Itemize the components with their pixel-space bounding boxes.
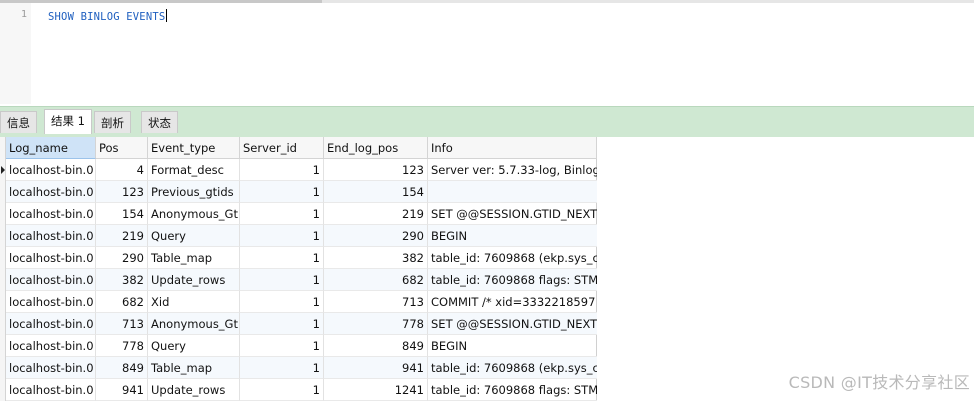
cell-end-log-pos[interactable]: 849	[324, 335, 428, 357]
cell-info[interactable]: table_id: 7609868 flags: STM	[428, 379, 597, 401]
cell-server-id[interactable]: 1	[240, 203, 324, 225]
cell-info[interactable]: table_id: 7609868 (ekp.sys_cl	[428, 357, 597, 379]
cell-event-type[interactable]: Query	[148, 335, 240, 357]
cell-event-type[interactable]: Anonymous_Gti	[148, 313, 240, 335]
column-header-server-id[interactable]: Server_id	[240, 137, 324, 159]
cell-server-id[interactable]: 1	[240, 159, 324, 181]
cell-server-id[interactable]: 1	[240, 379, 324, 401]
table-row[interactable]: localhost-bin.0 154 Anonymous_Gti 1 219 SET @…	[0, 203, 597, 225]
cell-pos[interactable]: 123	[96, 181, 148, 203]
table-row[interactable]: localhost-bin.0 849 Table_map 1 941 table_id:…	[0, 357, 597, 379]
cell-server-id[interactable]: 1	[240, 357, 324, 379]
cell-log-name[interactable]: localhost-bin.0	[6, 203, 96, 225]
result-tab-strip: 信息 结果 1 剖析 状态	[0, 106, 974, 137]
cell-log-name[interactable]: localhost-bin.0	[6, 269, 96, 291]
text-caret	[166, 9, 168, 22]
cell-pos[interactable]: 849	[96, 357, 148, 379]
column-header-event-type[interactable]: Event_type	[148, 137, 240, 159]
cell-log-name[interactable]: localhost-bin.0	[6, 379, 96, 401]
cell-end-log-pos[interactable]: 290	[324, 225, 428, 247]
cell-end-log-pos[interactable]: 941	[324, 357, 428, 379]
cell-end-log-pos[interactable]: 219	[324, 203, 428, 225]
cell-server-id[interactable]: 1	[240, 313, 324, 335]
cell-info[interactable]	[428, 181, 597, 203]
cell-event-type[interactable]: Update_rows	[148, 379, 240, 401]
cell-end-log-pos[interactable]: 1241	[324, 379, 428, 401]
tab-profile[interactable]: 剖析	[94, 111, 131, 133]
cell-event-type[interactable]: Table_map	[148, 247, 240, 269]
column-header-log-name[interactable]: Log_name	[6, 137, 96, 159]
cell-info[interactable]: SET @@SESSION.GTID_NEXT	[428, 203, 597, 225]
cell-info[interactable]: table_id: 7609868 flags: STM	[428, 269, 597, 291]
cell-log-name[interactable]: localhost-bin.0	[6, 291, 96, 313]
sql-query-line[interactable]: SHOW BINLOG EVENTS	[48, 9, 168, 23]
column-header-end-log-pos[interactable]: End_log_pos	[324, 137, 428, 159]
table-row[interactable]: localhost-bin.0 682 Xid 1 713 COMMIT /* xid=3…	[0, 291, 597, 313]
cell-pos[interactable]: 382	[96, 269, 148, 291]
cell-end-log-pos[interactable]: 713	[324, 291, 428, 313]
grid-header-row: Log_name Pos Event_type Server_id End_lo…	[0, 137, 597, 159]
cell-pos[interactable]: 941	[96, 379, 148, 401]
table-row[interactable]: localhost-bin.0 290 Table_map 1 382 table_id:…	[0, 247, 597, 269]
current-row-arrow-icon	[1, 166, 5, 174]
cell-log-name[interactable]: localhost-bin.0	[6, 225, 96, 247]
cell-log-name[interactable]: localhost-bin.0	[6, 247, 96, 269]
cell-end-log-pos[interactable]: 778	[324, 313, 428, 335]
table-row[interactable]: localhost-bin.0 713 Anonymous_Gti 1 778 SET @…	[0, 313, 597, 335]
cell-pos[interactable]: 713	[96, 313, 148, 335]
cell-server-id[interactable]: 1	[240, 225, 324, 247]
cell-log-name[interactable]: localhost-bin.0	[6, 313, 96, 335]
column-header-pos[interactable]: Pos	[96, 137, 148, 159]
cell-end-log-pos[interactable]: 682	[324, 269, 428, 291]
cell-event-type[interactable]: Xid	[148, 291, 240, 313]
column-header-info[interactable]: Info	[428, 137, 597, 159]
cell-info[interactable]: Server ver: 5.7.33-log, Binlog	[428, 159, 597, 181]
tab-info[interactable]: 信息	[0, 111, 37, 133]
cell-pos[interactable]: 290	[96, 247, 148, 269]
cell-event-type[interactable]: Table_map	[148, 357, 240, 379]
cell-pos[interactable]: 154	[96, 203, 148, 225]
cell-end-log-pos[interactable]: 154	[324, 181, 428, 203]
tab-result-1[interactable]: 结果 1	[44, 109, 92, 134]
cell-event-type[interactable]: Anonymous_Gti	[148, 203, 240, 225]
cell-end-log-pos[interactable]: 123	[324, 159, 428, 181]
cell-log-name[interactable]: localhost-bin.0	[6, 357, 96, 379]
cell-info[interactable]: BEGIN	[428, 225, 597, 247]
cell-pos[interactable]: 219	[96, 225, 148, 247]
cell-event-type[interactable]: Format_desc	[148, 159, 240, 181]
cell-log-name[interactable]: localhost-bin.0	[6, 181, 96, 203]
cell-info[interactable]: BEGIN	[428, 335, 597, 357]
table-row[interactable]: localhost-bin.0 123 Previous_gtids 1 154	[0, 181, 597, 203]
table-row[interactable]: localhost-bin.0 4 Format_desc 1 123 Server ve…	[0, 159, 597, 181]
cell-pos[interactable]: 778	[96, 335, 148, 357]
cell-log-name[interactable]: localhost-bin.0	[6, 335, 96, 357]
cell-info[interactable]: SET @@SESSION.GTID_NEXT	[428, 313, 597, 335]
sql-query-text: SHOW BINLOG EVENTS	[48, 11, 166, 23]
cell-info[interactable]: table_id: 7609868 (ekp.sys_cl	[428, 247, 597, 269]
line-number: 1	[20, 9, 27, 20]
watermark: CSDN @IT技术分享社区	[788, 373, 970, 392]
cell-end-log-pos[interactable]: 382	[324, 247, 428, 269]
editor-scroll-indicator	[0, 0, 322, 3]
query-editor[interactable]: 1 SHOW BINLOG EVENTS	[0, 0, 974, 104]
line-number-gutter: 1	[0, 3, 31, 104]
cell-info[interactable]: COMMIT /* xid=3332218597	[428, 291, 597, 313]
cell-server-id[interactable]: 1	[240, 247, 324, 269]
cell-server-id[interactable]: 1	[240, 269, 324, 291]
cell-event-type[interactable]: Query	[148, 225, 240, 247]
tab-status[interactable]: 状态	[141, 111, 178, 133]
cell-server-id[interactable]: 1	[240, 291, 324, 313]
cell-event-type[interactable]: Previous_gtids	[148, 181, 240, 203]
cell-pos[interactable]: 682	[96, 291, 148, 313]
table-row[interactable]: localhost-bin.0 941 Update_rows 1 1241 table_…	[0, 379, 597, 401]
table-row[interactable]: localhost-bin.0 382 Update_rows 1 682 table_i…	[0, 269, 597, 291]
cell-event-type[interactable]: Update_rows	[148, 269, 240, 291]
cell-server-id[interactable]: 1	[240, 181, 324, 203]
cell-pos[interactable]: 4	[96, 159, 148, 181]
table-row[interactable]: localhost-bin.0 778 Query 1 849 BEGIN	[0, 335, 597, 357]
table-row[interactable]: localhost-bin.0 219 Query 1 290 BEGIN	[0, 225, 597, 247]
result-grid[interactable]: Log_name Pos Event_type Server_id End_lo…	[0, 137, 597, 401]
cell-log-name[interactable]: localhost-bin.0	[6, 159, 96, 181]
cell-server-id[interactable]: 1	[240, 335, 324, 357]
